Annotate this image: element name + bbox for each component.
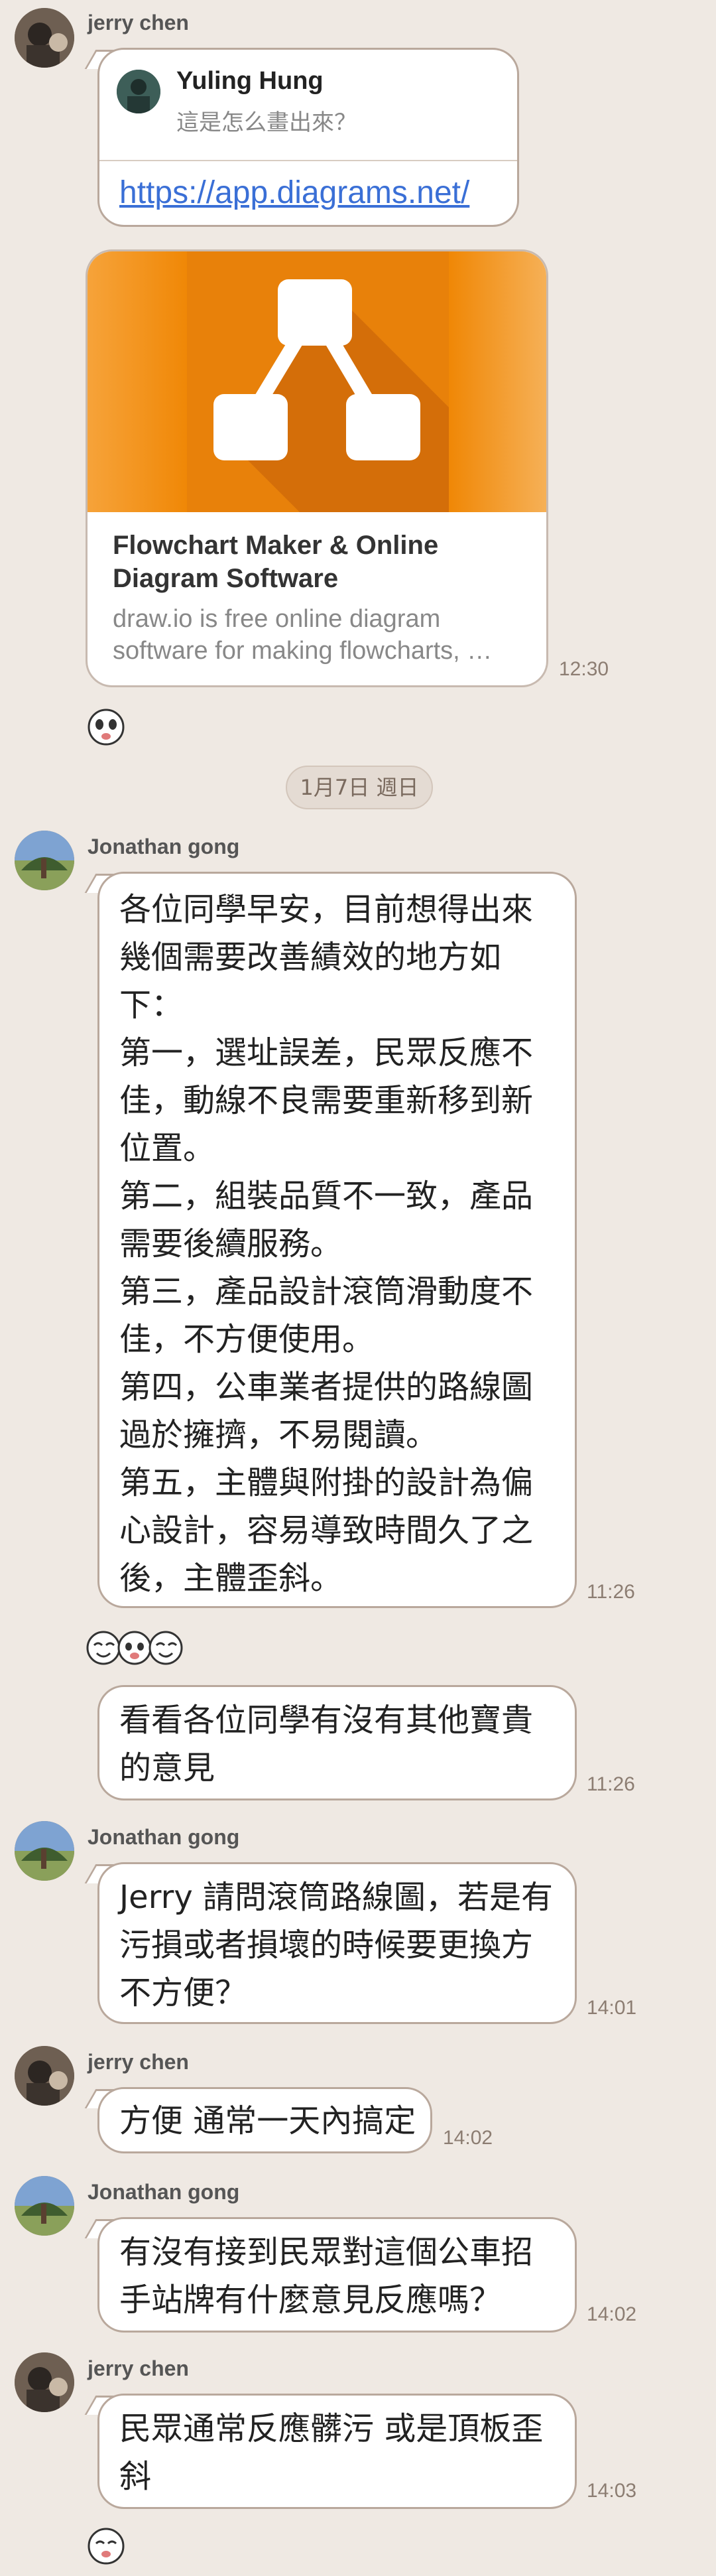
message-bubble[interactable]: 民眾通常反應髒污 或是頂板歪 斜 <box>97 2394 577 2509</box>
shared-link[interactable]: https://app.diagrams.net/ <box>119 174 469 211</box>
panda-face-sticker[interactable] <box>86 707 126 750</box>
message-time: 14:02 <box>443 2127 493 2149</box>
message-bubble[interactable]: Yuling Hung 這是怎么畫出來？ https://app.diagram… <box>97 48 519 227</box>
avatar[interactable] <box>15 2046 74 2106</box>
message-text: Jerry 請問滾筒路線圖，若是有 污損或者損壞的時候要更換方 不方便？ <box>119 1879 553 2011</box>
avatar[interactable] <box>15 831 74 890</box>
message-bubble[interactable]: 看看各位同學有沒有其他寶貴 的意見 <box>97 1685 577 1800</box>
message-time: 11:26 <box>587 1581 635 1603</box>
flowchart-icon <box>187 251 449 512</box>
message-time: 14:02 <box>587 2303 637 2325</box>
sender-name: jerry chen <box>88 2050 189 2074</box>
link-preview-title: Flowchart Maker & Online Diagram Softwar… <box>113 531 439 593</box>
avatar[interactable] <box>15 8 74 68</box>
message-time: 11:26 <box>587 1773 635 1795</box>
date-separator: 1月7日 週日 <box>286 766 433 809</box>
message-bubble[interactable]: 方便 通常一天內搞定 <box>97 2087 432 2153</box>
sender-name: Jonathan gong <box>88 835 240 858</box>
avatar[interactable] <box>15 2176 74 2236</box>
sender-name: jerry chen <box>88 2356 189 2380</box>
sender-name: Jonathan gong <box>88 2180 240 2204</box>
reply-sender-name: Yuling Hung <box>176 67 324 95</box>
message-time: 12:30 <box>559 658 609 680</box>
message-bubble[interactable]: 有沒有接到民眾對這個公車招 手站牌有什麼意見反應嗎？ <box>97 2217 577 2333</box>
message-text: 方便 通常一天內搞定 <box>119 2102 416 2139</box>
link-preview-description: draw.io is free online diagram software … <box>113 605 493 665</box>
avatar[interactable] <box>15 2352 74 2412</box>
panda-face-sticker[interactable] <box>86 2526 126 2569</box>
sender-name: jerry chen <box>88 11 189 34</box>
message-text: 民眾通常反應髒污 或是頂板歪 斜 <box>119 2410 544 2495</box>
sender-name: Jonathan gong <box>88 1825 240 1849</box>
avatar[interactable] <box>15 1821 74 1881</box>
message-text: 看看各位同學有沒有其他寶貴 的意見 <box>119 1702 534 1787</box>
message-text: 各位同學早安，目前想得出來 幾個需要改善績效的地方如 下： 第一，選址誤差，民眾… <box>119 891 534 1597</box>
message-bubble[interactable]: 各位同學早安，目前想得出來 幾個需要改善績效的地方如 下： 第一，選址誤差，民眾… <box>97 872 577 1608</box>
message-time: 14:01 <box>587 1997 637 2019</box>
three-panda-faces-sticker[interactable] <box>85 1628 184 1669</box>
message-bubble[interactable]: Jerry 請問滾筒路線圖，若是有 污損或者損壞的時候要更換方 不方便？ <box>97 1862 577 2024</box>
reply-quoted-text: 這是怎么畫出來？ <box>176 109 357 136</box>
reply-avatar <box>117 70 160 113</box>
message-time: 14:03 <box>587 2480 637 2502</box>
reply-divider <box>99 160 517 161</box>
message-text: 有沒有接到民眾對這個公車招 手站牌有什麼意見反應嗎？ <box>119 2234 534 2319</box>
link-preview-image <box>88 251 546 512</box>
link-preview-card[interactable]: Flowchart Maker & Online Diagram Softwar… <box>86 249 548 687</box>
